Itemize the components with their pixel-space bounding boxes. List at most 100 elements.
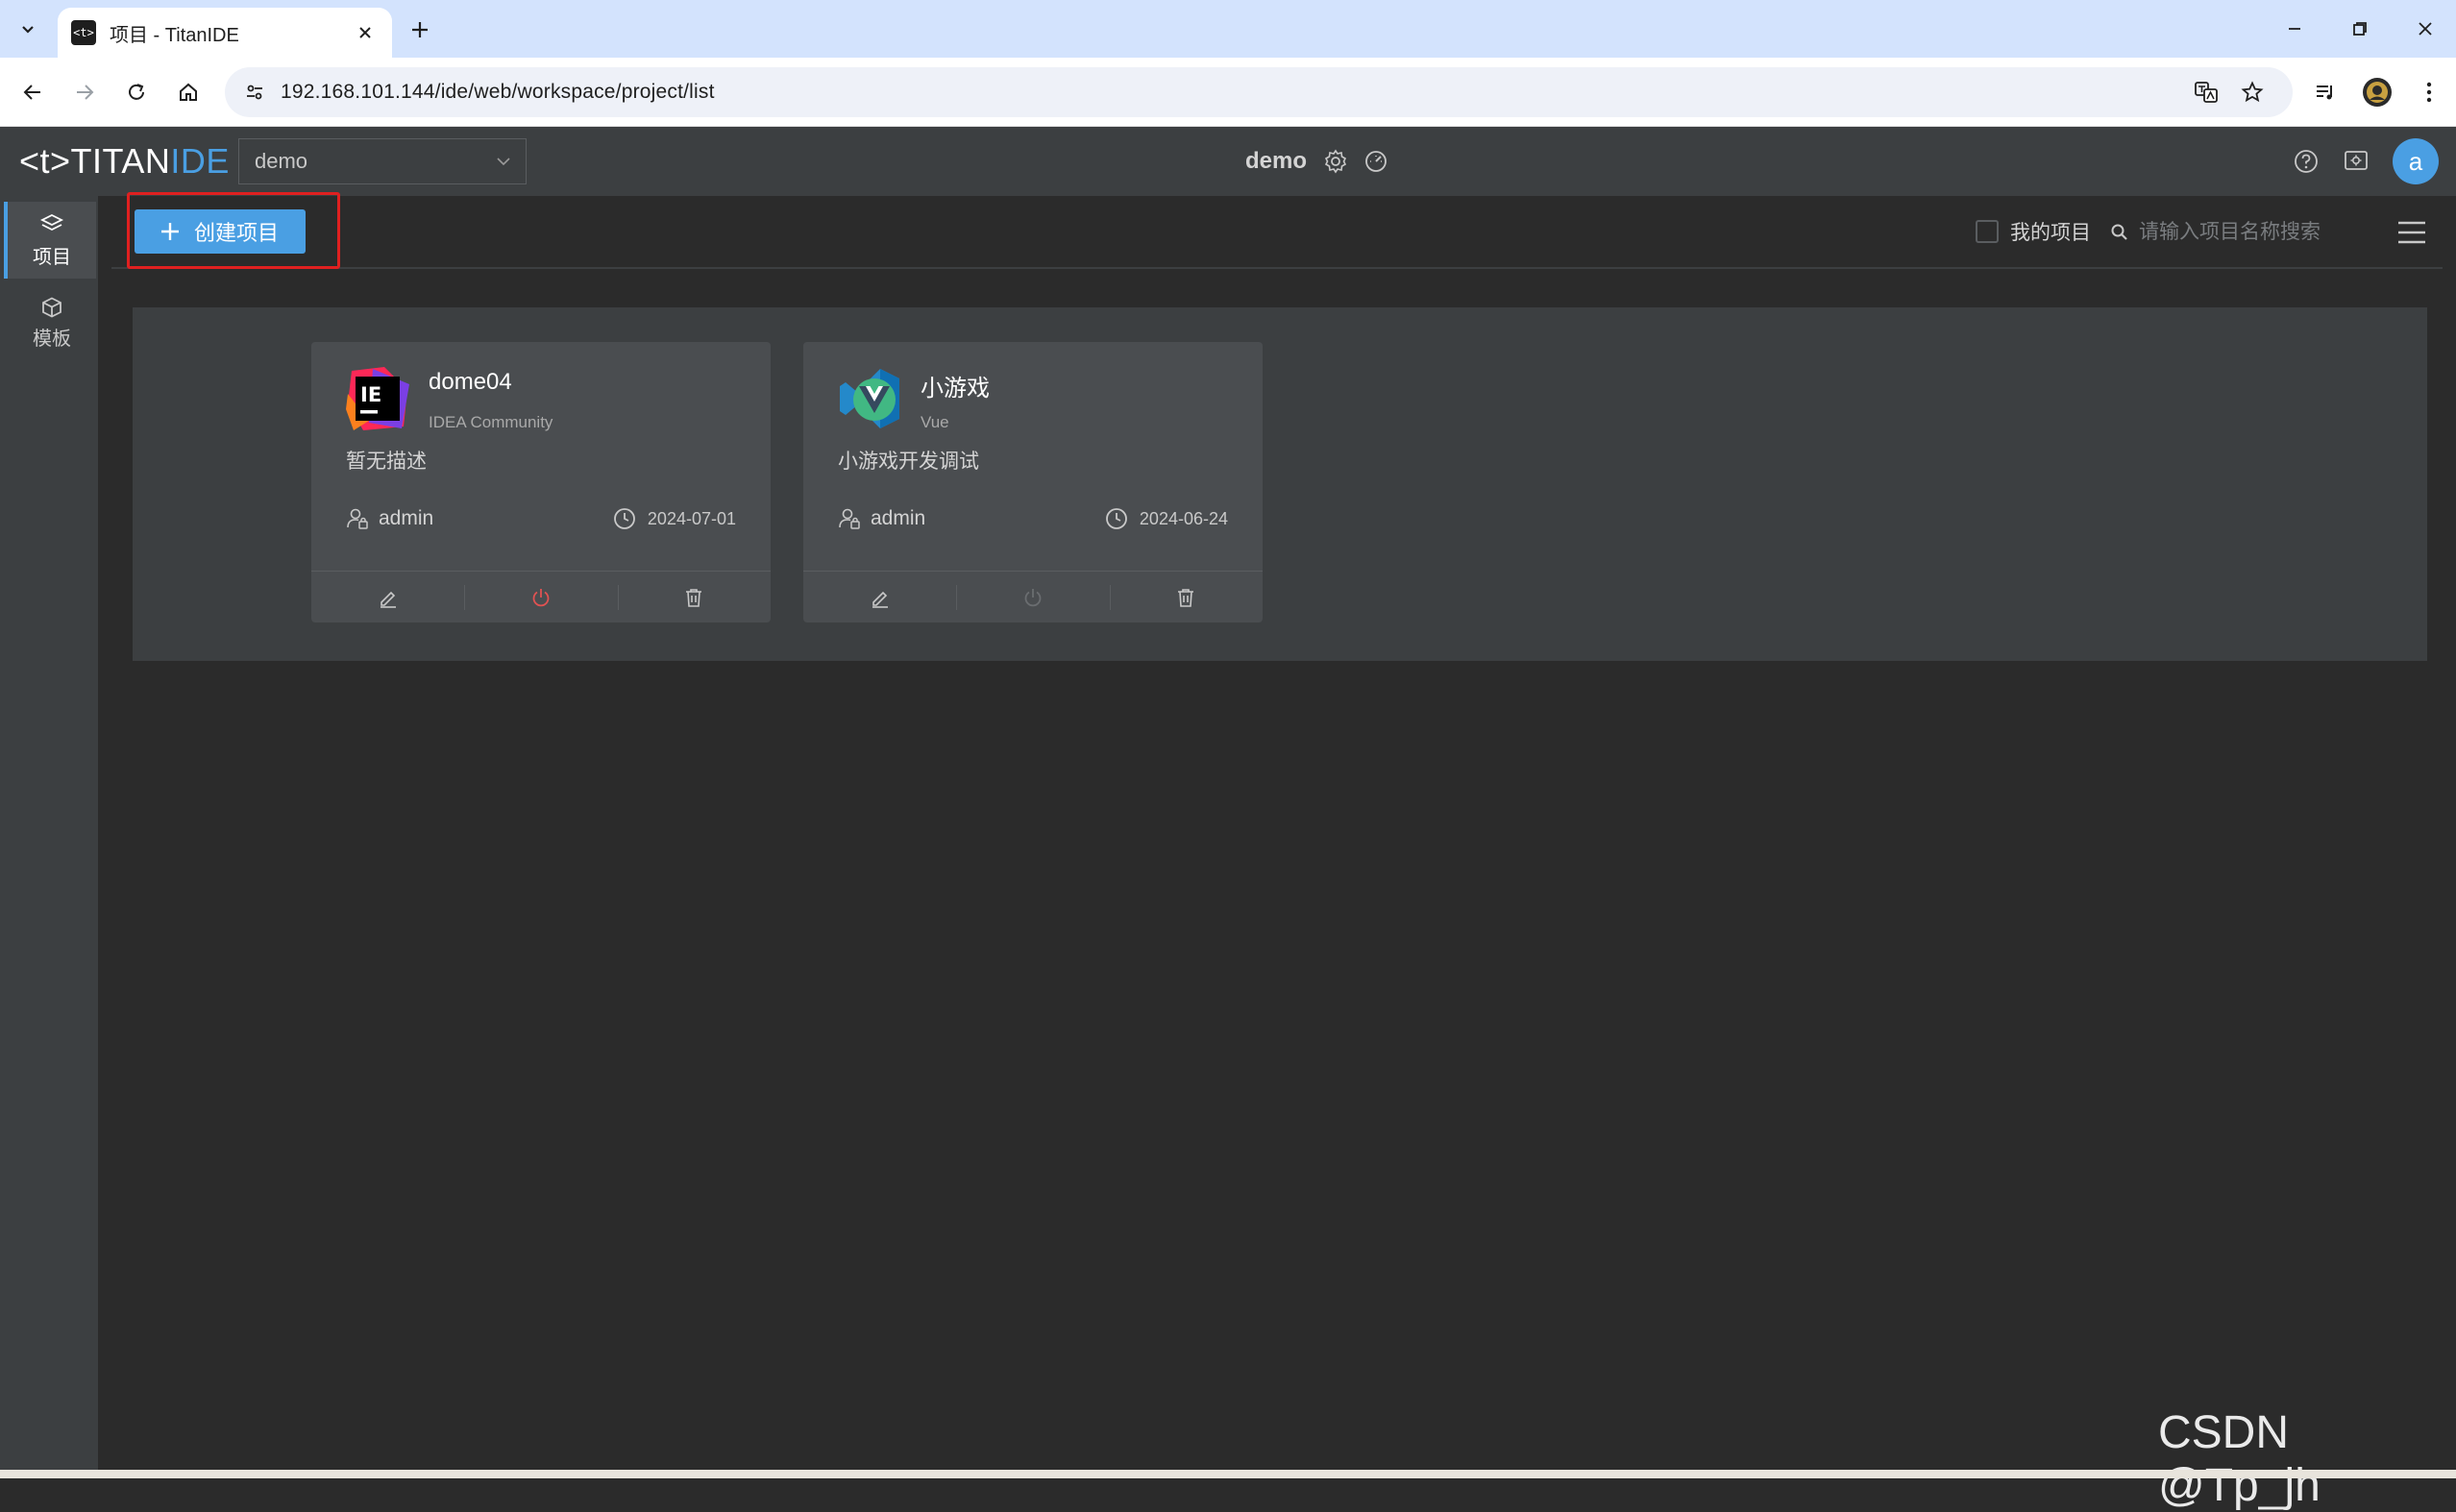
- start-stop-project-button[interactable]: [464, 572, 617, 622]
- project-date-text: 2024-07-01: [647, 508, 736, 528]
- workspace-title-group: demo: [1245, 144, 1389, 179]
- restore-button[interactable]: [2335, 10, 2385, 48]
- browser-toolbar: 192.168.101.144/ide/web/workspace/projec…: [0, 58, 2456, 127]
- intellij-idea-icon: IE: [346, 367, 409, 430]
- arrow-left-icon: [23, 85, 40, 100]
- project-owner: admin: [346, 507, 433, 530]
- url-text: 192.168.101.144/ide/web/workspace/projec…: [281, 81, 715, 103]
- media-control-button[interactable]: [2306, 73, 2345, 111]
- minimize-icon: [2289, 28, 2300, 30]
- help-circle-icon: [2295, 150, 2318, 173]
- dashboard-gauge-icon[interactable]: [1363, 148, 1389, 175]
- project-type: IDEA Community: [429, 413, 553, 431]
- user-lock-icon: [347, 508, 368, 529]
- translate-icon: [2195, 82, 2218, 103]
- project-name[interactable]: dome04: [429, 369, 512, 396]
- delete-project-button[interactable]: [617, 572, 771, 622]
- user-avatar[interactable]: a: [2393, 138, 2439, 184]
- browser-tab-strip: <t> 项目 - TitanIDE: [0, 0, 2456, 58]
- power-icon: [532, 588, 550, 606]
- arrow-right-icon: [77, 85, 94, 100]
- close-window-button[interactable]: [2400, 10, 2450, 48]
- project-date: 2024-07-01: [613, 507, 736, 530]
- project-name[interactable]: 小游戏: [921, 369, 990, 402]
- edit-project-button[interactable]: [311, 572, 464, 622]
- delete-project-button[interactable]: [1109, 572, 1263, 622]
- site-info-button[interactable]: [238, 76, 271, 109]
- close-icon: [359, 27, 371, 38]
- tune-icon: [247, 85, 262, 100]
- new-tab-button[interactable]: [404, 13, 436, 46]
- project-card[interactable]: 小游戏 Vue 小游戏开发调试 admin 2024-06-24: [803, 342, 1263, 622]
- my-projects-label: 我的项目: [2010, 222, 2091, 244]
- home-button[interactable]: [169, 73, 208, 111]
- cube-icon: [42, 296, 61, 318]
- project-card[interactable]: IE dome04 IDEA Community 暂无描述 admin 2024…: [311, 342, 771, 622]
- address-bar[interactable]: 192.168.101.144/ide/web/workspace/projec…: [225, 67, 2293, 117]
- bookmark-button[interactable]: [2233, 67, 2272, 117]
- action-row: 创建项目 我的项目: [111, 192, 2443, 269]
- back-button[interactable]: [13, 73, 52, 111]
- browser-menu-button[interactable]: [2410, 73, 2448, 111]
- admin-settings-button[interactable]: [2337, 142, 2375, 181]
- sidebar-item-label: 项目: [33, 246, 71, 268]
- profile-button[interactable]: [2358, 73, 2396, 111]
- watermark: CSDN @Tp_jh: [2158, 1407, 2321, 1511]
- sidebar-item-templates[interactable]: 模板: [6, 284, 98, 361]
- create-project-label: 创建项目: [194, 221, 280, 245]
- my-projects-checkbox[interactable]: [1976, 220, 1999, 243]
- project-card-actions: [311, 571, 771, 622]
- minimize-button[interactable]: [2270, 10, 2320, 48]
- user-lock-icon: [839, 508, 860, 529]
- chevron-down-icon: [497, 158, 510, 166]
- trash-icon: [686, 588, 702, 607]
- star-icon: [2241, 81, 2264, 103]
- home-icon: [180, 83, 197, 101]
- my-projects-filter[interactable]: 我的项目: [1976, 217, 2091, 246]
- help-button[interactable]: [2287, 142, 2325, 181]
- start-stop-project-button[interactable]: [956, 572, 1109, 622]
- create-project-button[interactable]: 创建项目: [135, 209, 306, 254]
- trash-icon: [1178, 588, 1194, 607]
- forward-button[interactable]: [65, 73, 104, 111]
- project-card-actions: [803, 571, 1263, 622]
- edit-pencil-icon: [380, 591, 396, 608]
- layers-icon: [39, 213, 64, 231]
- gear-icon[interactable]: [1322, 148, 1349, 175]
- left-sidebar: 项目 模板: [0, 196, 98, 1478]
- restore-icon: [2353, 22, 2367, 36]
- reload-button[interactable]: [117, 73, 156, 111]
- browser-tab[interactable]: <t> 项目 - TitanIDE: [58, 8, 392, 58]
- project-date-text: 2024-06-24: [1139, 508, 1228, 528]
- playlist-icon: [2317, 85, 2332, 100]
- project-description: 小游戏开发调试: [838, 451, 979, 473]
- main-content: 创建项目 我的项目 IE dome04 IDEA Community: [98, 192, 2456, 1478]
- titanide-favicon-icon: <t>: [71, 20, 96, 45]
- more-vert-icon: [2426, 82, 2432, 103]
- project-type: Vue: [921, 413, 949, 431]
- taskbar-edge: [0, 1470, 2456, 1478]
- titanide-logo[interactable]: <t>TITAN IDE: [19, 141, 230, 181]
- chevron-down-icon: [22, 26, 34, 34]
- plus-icon: [161, 223, 179, 240]
- tab-close-button[interactable]: [352, 19, 379, 46]
- translate-button[interactable]: [2187, 67, 2225, 117]
- logo-text-accent: IDE: [170, 141, 230, 181]
- project-owner: admin: [838, 507, 925, 530]
- search-input[interactable]: [2139, 221, 2331, 244]
- tab-title: 项目 - TitanIDE: [110, 24, 239, 46]
- project-list-panel: IE dome04 IDEA Community 暂无描述 admin 2024…: [133, 307, 2427, 661]
- tab-search-button[interactable]: [10, 12, 46, 46]
- profile-avatar-icon: [2363, 78, 2392, 107]
- logo-text-main: <t>TITAN: [19, 141, 171, 181]
- vue-vscode-icon: [840, 369, 899, 428]
- reload-icon: [129, 84, 144, 100]
- view-menu-button[interactable]: [2391, 213, 2433, 252]
- sidebar-item-projects[interactable]: 项目: [4, 202, 96, 279]
- edit-project-button[interactable]: [803, 572, 956, 622]
- workspace-select[interactable]: demo: [238, 138, 527, 184]
- hamburger-menu-icon: [2398, 221, 2425, 244]
- clock-icon: [1106, 508, 1127, 529]
- project-search: [2110, 213, 2341, 252]
- close-icon: [2419, 22, 2432, 36]
